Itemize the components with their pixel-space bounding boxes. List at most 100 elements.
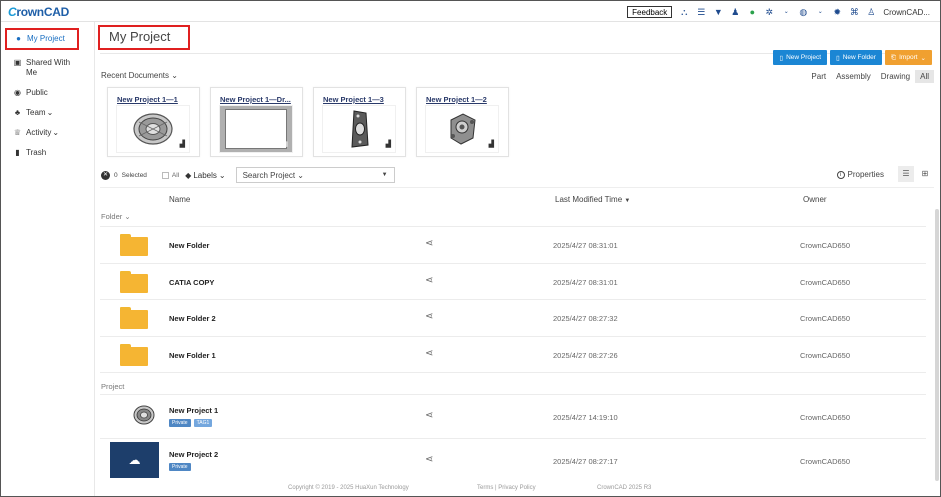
share-icon[interactable]: ⋖ xyxy=(425,238,433,249)
table-row[interactable]: New Folder 1 ⋖ 2025/4/27 08:27:26 CrownC… xyxy=(100,336,926,372)
filter-icon[interactable]: ▼ xyxy=(713,7,723,17)
card-title[interactable]: New Project 1—2 xyxy=(426,95,487,104)
tab-drawing[interactable]: Drawing xyxy=(876,70,915,83)
table-row[interactable]: ☁ New Project 2 Private ⋖ 2025/4/27 08:2… xyxy=(100,438,926,480)
type-filter-tabs: Part Assembly Drawing All xyxy=(806,70,934,83)
card-title[interactable]: New Project 1—3 xyxy=(323,95,384,104)
checkbox[interactable] xyxy=(161,171,169,179)
sidebar-item-trash[interactable]: ▮ Trash xyxy=(1,145,95,161)
tab-all[interactable]: All xyxy=(915,70,934,83)
row-owner: CrownCAD650 xyxy=(800,314,851,323)
row-modified: 2025/4/27 08:31:01 xyxy=(553,278,618,287)
document-thumbnail: ▦ xyxy=(219,105,293,153)
properties-button[interactable]: i Properties xyxy=(836,170,884,179)
recent-document-card[interactable]: New Project 1—2 ▟ xyxy=(416,87,509,157)
recent-document-card[interactable]: New Project 1—1 ▟ xyxy=(107,87,200,157)
row-name[interactable]: New Folder 2 xyxy=(169,314,216,323)
row-name[interactable]: New Project 1 xyxy=(169,406,218,415)
page-title-highlight: My Project xyxy=(98,25,190,50)
sidebar-item-team[interactable]: ♣ Team ⌄ xyxy=(1,105,95,121)
chevron-down-icon: ⌄ xyxy=(52,128,60,137)
chevron-down-icon: ⌄ xyxy=(297,170,304,180)
tab-assembly[interactable]: Assembly xyxy=(831,70,876,83)
user-icon: ● xyxy=(16,34,21,43)
page-title: My Project xyxy=(109,29,171,44)
scrollbar[interactable] xyxy=(935,209,939,481)
recent-documents-dropdown[interactable]: Recent Documents ⌄ xyxy=(101,71,178,80)
sidebar-item-activity[interactable]: ♕ Activity ⌄ xyxy=(1,125,95,141)
card-title[interactable]: New Project 1—Dr... xyxy=(220,95,291,104)
tag-icon: ◆ xyxy=(185,170,192,180)
share-icon[interactable]: ⋖ xyxy=(425,275,433,286)
new-folder-button[interactable]: ▯ New Folder xyxy=(830,50,882,65)
sidebar-item-public[interactable]: ◉ Public xyxy=(1,85,95,101)
labels-dropdown[interactable]: ◆ Labels ⌄ xyxy=(185,171,225,180)
folder-icon: ▯ xyxy=(836,54,840,62)
user-icon[interactable]: ♙ xyxy=(866,7,876,17)
copyright: Copyright © 2019 - 2025 HuaXun Technolog… xyxy=(288,485,409,491)
globe-icon[interactable]: ◍ xyxy=(798,7,808,17)
footer: Copyright © 2019 - 2025 HuaXun Technolog… xyxy=(100,480,934,496)
select-all-checkbox[interactable]: All xyxy=(161,171,179,179)
import-button[interactable]: ⎗ Import ⌄ xyxy=(884,50,932,65)
users-icon[interactable]: ♟ xyxy=(730,7,740,17)
row-modified: 2025/4/27 08:27:32 xyxy=(553,314,618,323)
row-name[interactable]: CATIA COPY xyxy=(169,278,214,287)
folder-icon xyxy=(120,271,148,293)
share-icon[interactable]: ⋖ xyxy=(425,454,433,465)
feedback-button[interactable]: Feedback xyxy=(627,6,673,18)
search-project-select[interactable]: Search Project ⌄ ▼ xyxy=(235,167,395,183)
table-row[interactable]: New Folder 2 ⋖ 2025/4/27 08:27:32 CrownC… xyxy=(100,299,926,336)
table-row[interactable]: New Folder ⋖ 2025/4/27 08:31:01 CrownCAD… xyxy=(100,226,926,263)
chevron-down-icon[interactable]: ⌄ xyxy=(815,7,825,17)
new-project-button[interactable]: ▯ New Project xyxy=(773,50,828,65)
card-title[interactable]: New Project 1—1 xyxy=(117,95,178,104)
wechat-icon[interactable]: ● xyxy=(747,7,757,17)
trash-icon: ▮ xyxy=(15,148,20,157)
row-name[interactable]: New Folder xyxy=(169,241,209,250)
caret-down-icon: ▼ xyxy=(381,172,388,178)
table-row[interactable]: New Project 1 Private TAG1 ⋖ 2025/4/27 1… xyxy=(100,394,926,438)
tab-part[interactable]: Part xyxy=(806,70,831,83)
row-name[interactable]: New Project 2 xyxy=(169,450,218,459)
list-view-icon[interactable]: ☰ xyxy=(898,166,914,182)
grid-view-icon[interactable]: ⊞ xyxy=(918,166,932,182)
apps-icon[interactable]: ⌘ xyxy=(849,7,859,17)
settings-icon[interactable]: ✲ xyxy=(764,7,774,17)
sidebar-item-shared-with-me[interactable]: ▣ Shared With Me xyxy=(1,55,95,81)
chevron-down-icon[interactable]: ⌄ xyxy=(781,7,791,17)
top-bar: CrownCAD Feedback ⛬ ☰ ▼ ♟ ● ✲ ⌄ ◍ ⌄ ✹ ⌘ … xyxy=(1,1,940,22)
sidebar-item-my-project[interactable]: ● My Project xyxy=(5,28,79,50)
import-icon: ⎗ xyxy=(890,53,897,61)
sidebar-item-label: Team xyxy=(26,108,46,117)
list-header: Name Last Modified Time ▼ Owner xyxy=(100,187,934,209)
group-divider: Project xyxy=(100,372,926,394)
share-icon[interactable]: ⋖ xyxy=(425,348,433,359)
top-right-toolbar: Feedback ⛬ ☰ ▼ ♟ ● ✲ ⌄ ◍ ⌄ ✹ ⌘ ♙ CrownCA… xyxy=(627,5,930,19)
user-name[interactable]: CrownCAD... xyxy=(883,8,930,17)
column-last-modified[interactable]: Last Modified Time ▼ xyxy=(555,195,630,204)
column-name[interactable]: Name xyxy=(169,195,190,204)
row-owner: CrownCAD650 xyxy=(800,413,851,422)
list-icon[interactable]: ☰ xyxy=(696,7,706,17)
share-network-icon[interactable]: ⛬ xyxy=(679,7,689,17)
action-buttons: ▯ New Project ▯ New Folder ⎗ Import ⌄ xyxy=(773,50,932,65)
app-logo[interactable]: CrownCAD xyxy=(8,5,69,19)
row-owner: CrownCAD650 xyxy=(800,457,851,466)
recent-document-card[interactable]: New Project 1—Dr... ▦ xyxy=(210,87,303,157)
recent-document-card[interactable]: New Project 1—3 ▟ xyxy=(313,87,406,157)
row-owner: CrownCAD650 xyxy=(800,241,851,250)
folder-group-toggle[interactable]: Folder ⌄ xyxy=(101,212,131,221)
clear-selection-icon[interactable]: ✕ xyxy=(101,170,110,180)
gear-icon[interactable]: ✹ xyxy=(832,7,842,17)
table-row[interactable]: CATIA COPY ⋖ 2025/4/27 08:31:01 CrownCAD… xyxy=(100,263,926,299)
share-icon[interactable]: ⋖ xyxy=(425,410,433,421)
column-owner[interactable]: Owner xyxy=(803,195,827,204)
row-name[interactable]: New Folder 1 xyxy=(169,351,216,360)
chevron-down-icon: ⌄ xyxy=(46,108,54,117)
document-thumbnail: ▟ xyxy=(116,105,190,153)
terms-privacy-link[interactable]: Terms | Privacy Policy xyxy=(477,485,536,491)
row-modified: 2025/4/27 08:27:17 xyxy=(553,457,618,466)
share-icon[interactable]: ⋖ xyxy=(425,311,433,322)
row-modified: 2025/4/27 08:31:01 xyxy=(553,241,618,250)
